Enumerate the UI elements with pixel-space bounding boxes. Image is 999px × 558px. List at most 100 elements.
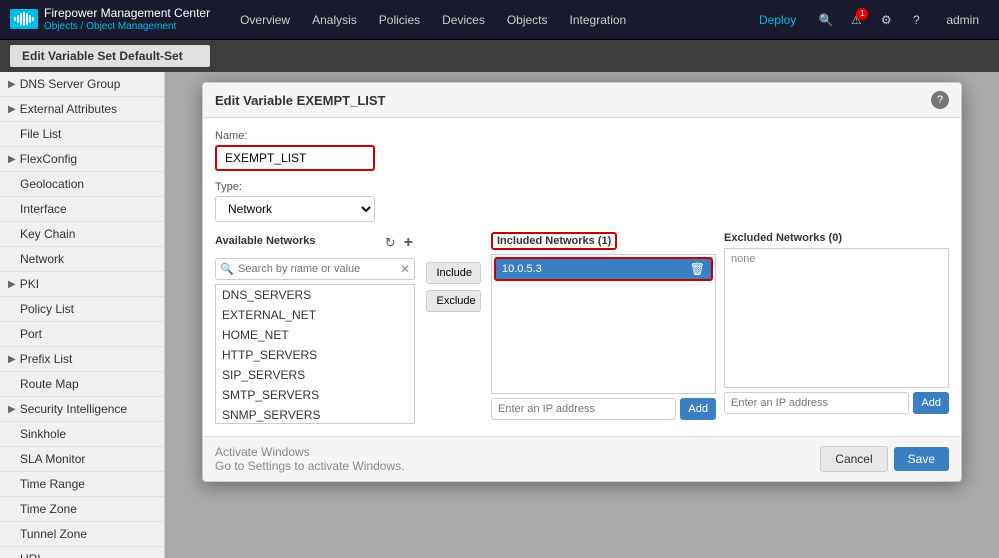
sidebar-item-pki[interactable]: ▶ PKI [0,272,164,297]
excluded-header: Excluded Networks (0) [724,232,949,244]
list-item[interactable]: DNS_SERVERS [216,285,414,305]
delete-icon[interactable]: 🗑 [690,262,705,276]
ip-input-row-right: Add [724,392,949,414]
expand-icon: ▶ [8,154,16,165]
nav-overview[interactable]: Overview [230,7,300,33]
help-icon[interactable]: ? [906,10,926,30]
sidebar-item-network[interactable]: Network [0,247,164,272]
user-menu[interactable]: admin [936,7,989,33]
col-included: Included Networks (1) 10.0.5.3 🗑 [491,232,716,424]
included-list[interactable]: 10.0.5.3 🗑 [491,254,716,394]
notifications-icon[interactable]: ⚠ 1 [846,10,866,30]
search-icon-inner: 🔍 [220,263,234,276]
include-button[interactable]: Include [426,262,481,284]
sidebar-item-external-attributes[interactable]: ▶ External Attributes [0,97,164,122]
type-group: Type: Network [215,181,949,222]
sidebar-item-prefix-list[interactable]: ▶ Prefix List [0,347,164,372]
col-available: Available Networks ↻ + 🔍 ✕ [215,232,415,424]
sidebar-label: Interface [20,202,67,216]
search-icon[interactable]: 🔍 [816,10,836,30]
sidebar-item-key-chain[interactable]: Key Chain [0,222,164,247]
sidebar-label: FlexConfig [20,152,77,166]
col-buttons: Include Exclude [423,232,483,424]
sidebar-label: Geolocation [20,177,84,191]
list-item[interactable]: SNMP_SERVERS [216,405,414,424]
sidebar-label: DNS Server Group [20,77,121,91]
sidebar-label: Key Chain [20,227,75,241]
screen: Firepower Management Center Objects / Ob… [0,0,999,558]
sidebar-item-tunnel-zone[interactable]: Tunnel Zone [0,522,164,547]
search-box: 🔍 ✕ [215,258,415,280]
name-input[interactable] [215,145,375,171]
modal-help-icon[interactable]: ? [931,91,949,109]
expand-icon: ▶ [8,104,16,115]
sidebar-label: URL [20,552,44,558]
modal-title: Edit Variable EXEMPT_LIST [215,93,386,108]
ip-input-row-left: Add [491,398,716,420]
search-clear-icon[interactable]: ✕ [400,262,410,276]
sidebar-item-interface[interactable]: Interface [0,197,164,222]
type-select[interactable]: Network [215,196,375,222]
cancel-button[interactable]: Cancel [820,446,887,472]
list-item[interactable]: HOME_NET [216,325,414,345]
nav-policies[interactable]: Policies [369,7,430,33]
sidebar-item-geolocation[interactable]: Geolocation [0,172,164,197]
sidebar-item-policy-list[interactable]: Policy List [0,297,164,322]
network-item[interactable]: 10.0.5.3 🗑 [494,257,713,281]
nav-analysis[interactable]: Analysis [302,7,367,33]
sidebar-item-dns-server-group[interactable]: ▶ DNS Server Group [0,72,164,97]
app-title: Firepower Management Center [44,6,210,20]
save-button[interactable]: Save [894,447,949,471]
sidebar-label: Port [20,327,42,341]
sidebar-item-time-range[interactable]: Time Range [0,472,164,497]
sidebar-item-flexconfig[interactable]: ▶ FlexConfig [0,147,164,172]
nav-integration[interactable]: Integration [560,7,637,33]
list-item[interactable]: HTTP_SERVERS [216,345,414,365]
included-ip-input[interactable] [491,398,676,420]
secondary-bar: Edit Variable Set Default-Set [0,40,999,72]
excluded-add-button[interactable]: Add [913,392,949,414]
sidebar-label: File List [20,127,61,141]
included-add-button[interactable]: Add [680,398,716,420]
sidebar-label: Tunnel Zone [20,527,87,541]
sidebar-label: Prefix List [20,352,73,366]
col-excluded: Excluded Networks (0) none Add [724,232,949,424]
modal-overlay: Edit Variable EXEMPT_LIST ? Name: Type: [165,72,999,558]
add-available-icon[interactable]: + [402,232,415,254]
excluded-ip-input[interactable] [724,392,909,414]
modal: Edit Variable EXEMPT_LIST ? Name: Type: [202,82,962,482]
sidebar-item-sinkhole[interactable]: Sinkhole [0,422,164,447]
deploy-button[interactable]: Deploy [749,7,806,33]
sidebar-label: PKI [20,277,39,291]
sidebar-item-port[interactable]: Port [0,322,164,347]
expand-icon: ▶ [8,79,16,90]
sidebar-item-route-map[interactable]: Route Map [0,372,164,397]
nav-right: Deploy 🔍 ⚠ 1 ⚙ ? admin [749,7,989,33]
expand-icon: ▶ [8,279,16,290]
sidebar-label: Time Zone [20,502,77,516]
sidebar-item-url[interactable]: URL [0,547,164,558]
top-nav: Firepower Management Center Objects / Ob… [0,0,999,40]
exclude-button[interactable]: Exclude [426,290,481,312]
nav-objects[interactable]: Objects [497,7,558,33]
available-header-row: Available Networks ↻ + [215,232,415,254]
list-item[interactable]: SMTP_SERVERS [216,385,414,405]
page-title: Edit Variable Set Default-Set [10,45,210,67]
sidebar-item-sla-monitor[interactable]: SLA Monitor [0,447,164,472]
list-item[interactable]: EXTERNAL_NET [216,305,414,325]
sidebar-item-file-list[interactable]: File List [0,122,164,147]
list-item[interactable]: SIP_SERVERS [216,365,414,385]
available-header: Available Networks [215,235,315,247]
gear-icon[interactable]: ⚙ [876,10,896,30]
excluded-list[interactable]: none [724,248,949,388]
sidebar-item-security-intelligence[interactable]: ▶ Security Intelligence [0,397,164,422]
nav-devices[interactable]: Devices [432,7,495,33]
refresh-icon[interactable]: ↻ [383,232,398,254]
sidebar-item-time-zone[interactable]: Time Zone [0,497,164,522]
sidebar-label: Network [20,252,64,266]
modal-body: Name: Type: Network [203,118,961,436]
available-list[interactable]: DNS_SERVERS EXTERNAL_NET HOME_NET HTTP_S… [215,284,415,424]
network-item-text: 10.0.5.3 [502,263,542,275]
search-input[interactable] [215,258,415,280]
sidebar-label: Time Range [20,477,85,491]
